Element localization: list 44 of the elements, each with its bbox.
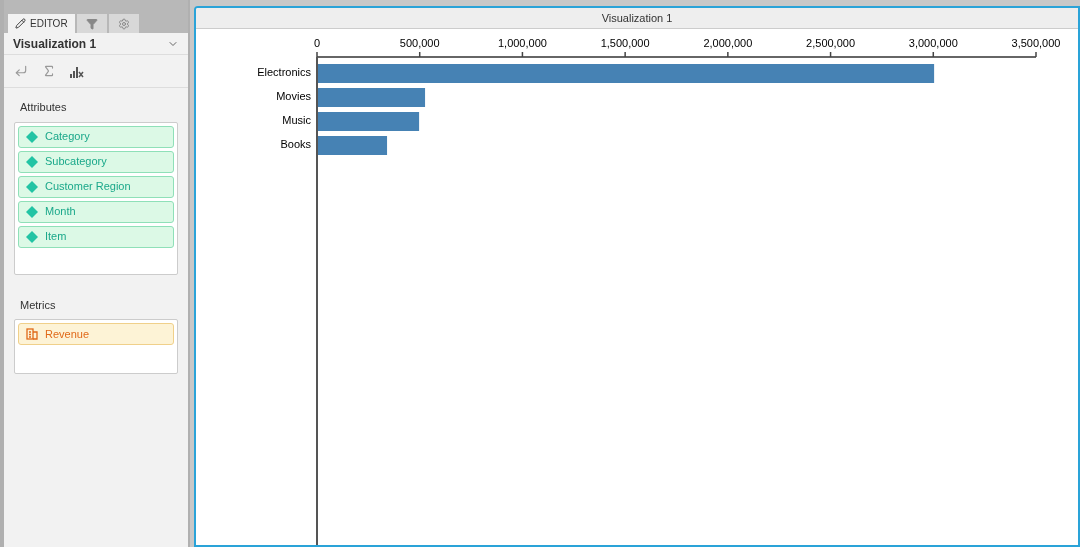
swap-icon[interactable] [14, 64, 28, 78]
category-label: Music [282, 113, 311, 126]
metric-item[interactable]: Revenue [18, 323, 174, 345]
category-label: Movies [276, 89, 311, 102]
tick-label: 1,500,000 [600, 36, 650, 49]
tick-label: 2,000,000 [703, 36, 753, 49]
section-title: Attributes [19, 100, 68, 115]
category-label: Electronics [257, 65, 311, 78]
tick-label: 1,000,000 [497, 36, 547, 49]
panel-title: Visualization 1 [196, 8, 1078, 29]
attribute-item[interactable]: Subcategory [18, 150, 174, 173]
tick-label: 2,500,000 [806, 36, 856, 49]
sigma-icon[interactable] [42, 64, 56, 78]
item-label: Subcategory [45, 154, 107, 170]
tick-label: 500,000 [399, 36, 440, 49]
settings-tab[interactable] [108, 14, 139, 33]
section-title: Metrics [19, 297, 57, 313]
pencil-icon [15, 18, 26, 29]
diamond-icon [26, 180, 38, 193]
chart-icon[interactable] [70, 64, 84, 78]
diamond-icon [26, 155, 38, 168]
filter-icon [85, 17, 98, 30]
item-label: Customer Region [45, 179, 131, 195]
bar [318, 135, 388, 155]
tick-label: 3,500,000 [1011, 36, 1061, 49]
diamond-icon [26, 205, 38, 218]
tick-label: 0 [313, 36, 321, 49]
editor-tab[interactable]: EDITOR [8, 14, 75, 33]
diamond-icon [26, 230, 38, 243]
item-label: Category [45, 129, 90, 145]
metric-icon [26, 328, 38, 340]
visualization-name: Visualization 1 [13, 35, 97, 53]
attribute-item[interactable]: Category [18, 125, 174, 148]
item-label: Month [45, 204, 76, 220]
item-label: Item [45, 229, 67, 245]
attribute-item[interactable]: Month [18, 200, 174, 223]
tick-label: 3,000,000 [908, 36, 958, 49]
attribute-item[interactable]: Item [18, 225, 174, 248]
category-label: Books [280, 137, 311, 150]
settings-icon [117, 17, 130, 30]
diamond-icon [26, 130, 38, 143]
item-label: Revenue [45, 326, 90, 342]
filter-tab[interactable] [76, 14, 107, 33]
attribute-item[interactable]: Customer Region [18, 175, 174, 198]
